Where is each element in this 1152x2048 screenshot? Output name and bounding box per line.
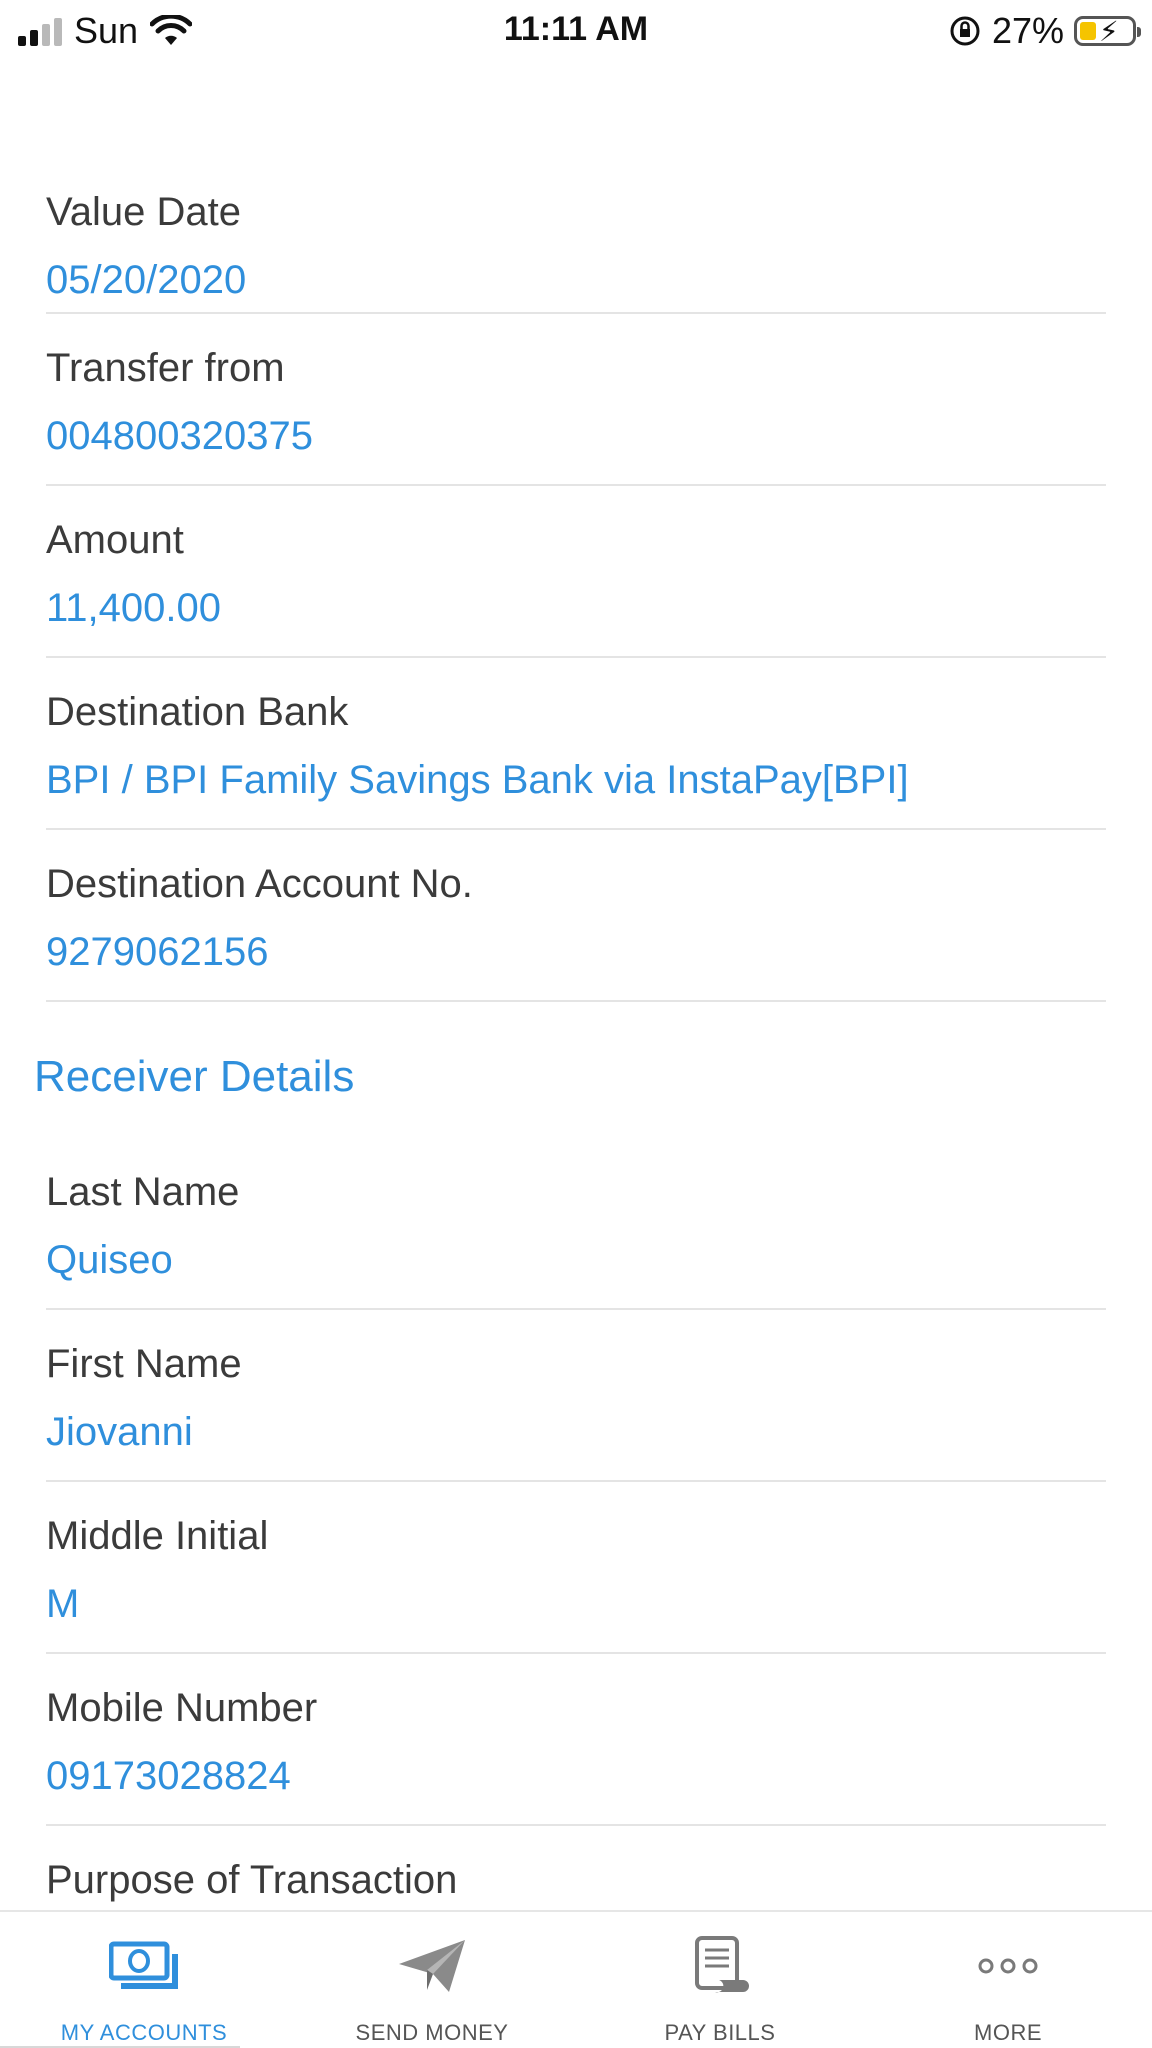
field-destination-account: Destination Account No. 9279062156 — [46, 830, 1106, 1002]
battery-percent: 27% — [991, 10, 1064, 51]
field-value: Jiovanni — [46, 1410, 193, 1454]
tab-pay-bills[interactable]: PAY BILLS — [576, 1912, 864, 2048]
paper-plane-icon — [399, 1940, 465, 1992]
field-value: 05/20/2020 — [46, 258, 247, 302]
tab-label: PAY BILLS — [664, 2020, 776, 2045]
rotation-lock-icon — [950, 16, 980, 46]
field-label: Middle Initial — [46, 1514, 269, 1558]
battery-icon: ⚡ — [1074, 16, 1141, 47]
field-value: BPI / BPI Family Savings Bank via InstaP… — [46, 758, 909, 802]
field-label: Mobile Number — [46, 1686, 318, 1730]
screen: Sun 11:11 AM 27% ⚡ Value Date 05/20/2020… — [0, 0, 1152, 2048]
field-label: Transfer from — [46, 346, 285, 390]
field-value: 09173028824 — [46, 1754, 291, 1798]
receipt-icon — [695, 1936, 749, 1993]
field-value: 11,400.00 — [46, 586, 221, 630]
field-label: Last Name — [46, 1170, 240, 1214]
field-label: Value Date — [46, 190, 241, 234]
field-transfer-from: Transfer from 004800320375 — [46, 314, 1106, 486]
field-label: Amount — [46, 518, 184, 562]
field-mobile-number: Mobile Number 09173028824 — [46, 1654, 1106, 1826]
tab-label: SEND MONEY — [355, 2020, 509, 2045]
status-bar: Sun 11:11 AM 27% ⚡ — [0, 0, 1152, 60]
money-icon — [109, 1941, 178, 1989]
field-label: First Name — [46, 1342, 242, 1386]
tab-more[interactable]: MORE — [864, 1912, 1152, 2048]
field-first-name: First Name Jiovanni — [46, 1310, 1106, 1482]
field-last-name: Last Name Quiseo — [46, 1152, 1106, 1310]
field-value: M — [46, 1582, 80, 1626]
field-value: Quiseo — [46, 1238, 173, 1282]
field-destination-bank: Destination Bank BPI / BPI Family Saving… — [46, 658, 1106, 830]
more-dots-icon — [978, 1958, 1038, 1974]
field-label: Destination Account No. — [46, 862, 473, 906]
field-value: 9279062156 — [46, 930, 269, 974]
receiver-details-heading: Receiver Details — [34, 1052, 355, 1101]
tab-my-accounts[interactable]: MY ACCOUNTS — [0, 1912, 288, 2048]
field-label: Destination Bank — [46, 690, 349, 734]
tab-send-money[interactable]: SEND MONEY — [288, 1912, 576, 2048]
tab-label: MORE — [974, 2020, 1042, 2045]
tab-label: MY ACCOUNTS — [60, 2020, 228, 2045]
status-right: 27% ⚡ — [948, 10, 1141, 52]
bottom-tab-bar: MY ACCOUNTS SEND MONEY PAY BILLS MORE — [0, 1910, 1152, 2048]
field-value: 004800320375 — [46, 414, 313, 458]
field-middle-initial: Middle Initial M — [46, 1482, 1106, 1654]
transfer-details: Value Date 05/20/2020 Transfer from 0048… — [0, 160, 1152, 1998]
field-value-date: Value Date 05/20/2020 — [46, 160, 1106, 314]
field-amount: Amount 11,400.00 — [46, 486, 1106, 658]
field-label: Purpose of Transaction — [46, 1858, 458, 1902]
